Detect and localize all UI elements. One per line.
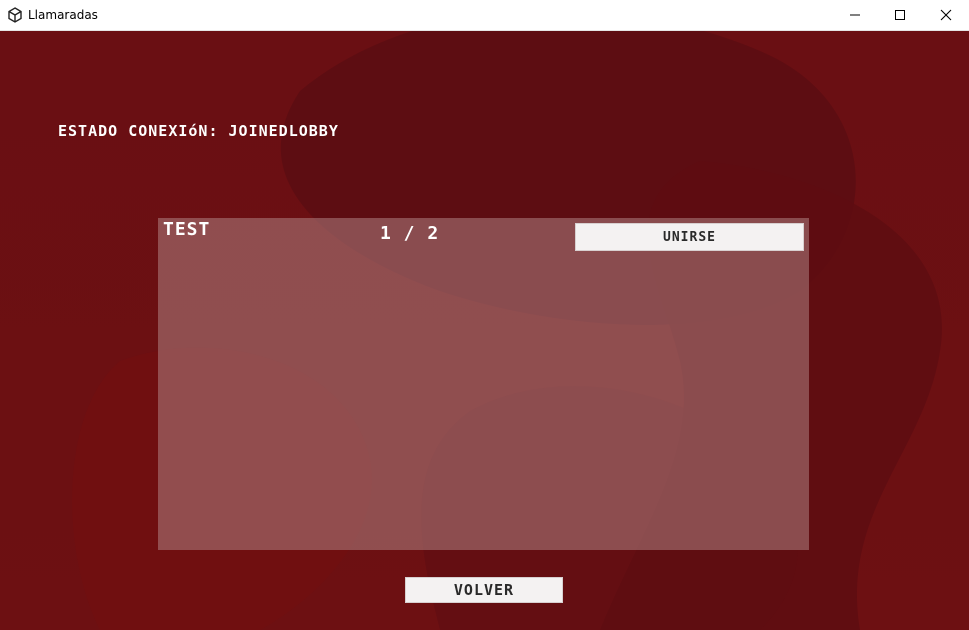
- window-title: Llamaradas: [28, 8, 98, 22]
- room-player-count: 1 / 2: [380, 223, 440, 244]
- join-room-button[interactable]: UNIRSE: [575, 223, 804, 251]
- connection-status: ESTADO CONEXIóN: JOINEDLOBBY: [58, 122, 339, 140]
- close-button[interactable]: [923, 0, 969, 30]
- back-button[interactable]: VOLVER: [405, 577, 563, 603]
- room-name: TEST: [163, 219, 211, 240]
- minimize-icon: [850, 14, 860, 16]
- unity-logo-icon: [8, 7, 22, 23]
- maximize-icon: [895, 10, 905, 20]
- minimize-button[interactable]: [832, 0, 878, 30]
- maximize-button[interactable]: [877, 0, 923, 30]
- close-icon: [940, 9, 952, 21]
- app-window: Llamaradas ESTADO CONEXIóN: JOINEDLOBBY …: [0, 0, 969, 630]
- title-bar[interactable]: Llamaradas: [0, 0, 969, 31]
- game-viewport: ESTADO CONEXIóN: JOINEDLOBBY TEST 1 / 2 …: [0, 31, 969, 630]
- room-list-panel: TEST 1 / 2 UNIRSE: [158, 218, 809, 550]
